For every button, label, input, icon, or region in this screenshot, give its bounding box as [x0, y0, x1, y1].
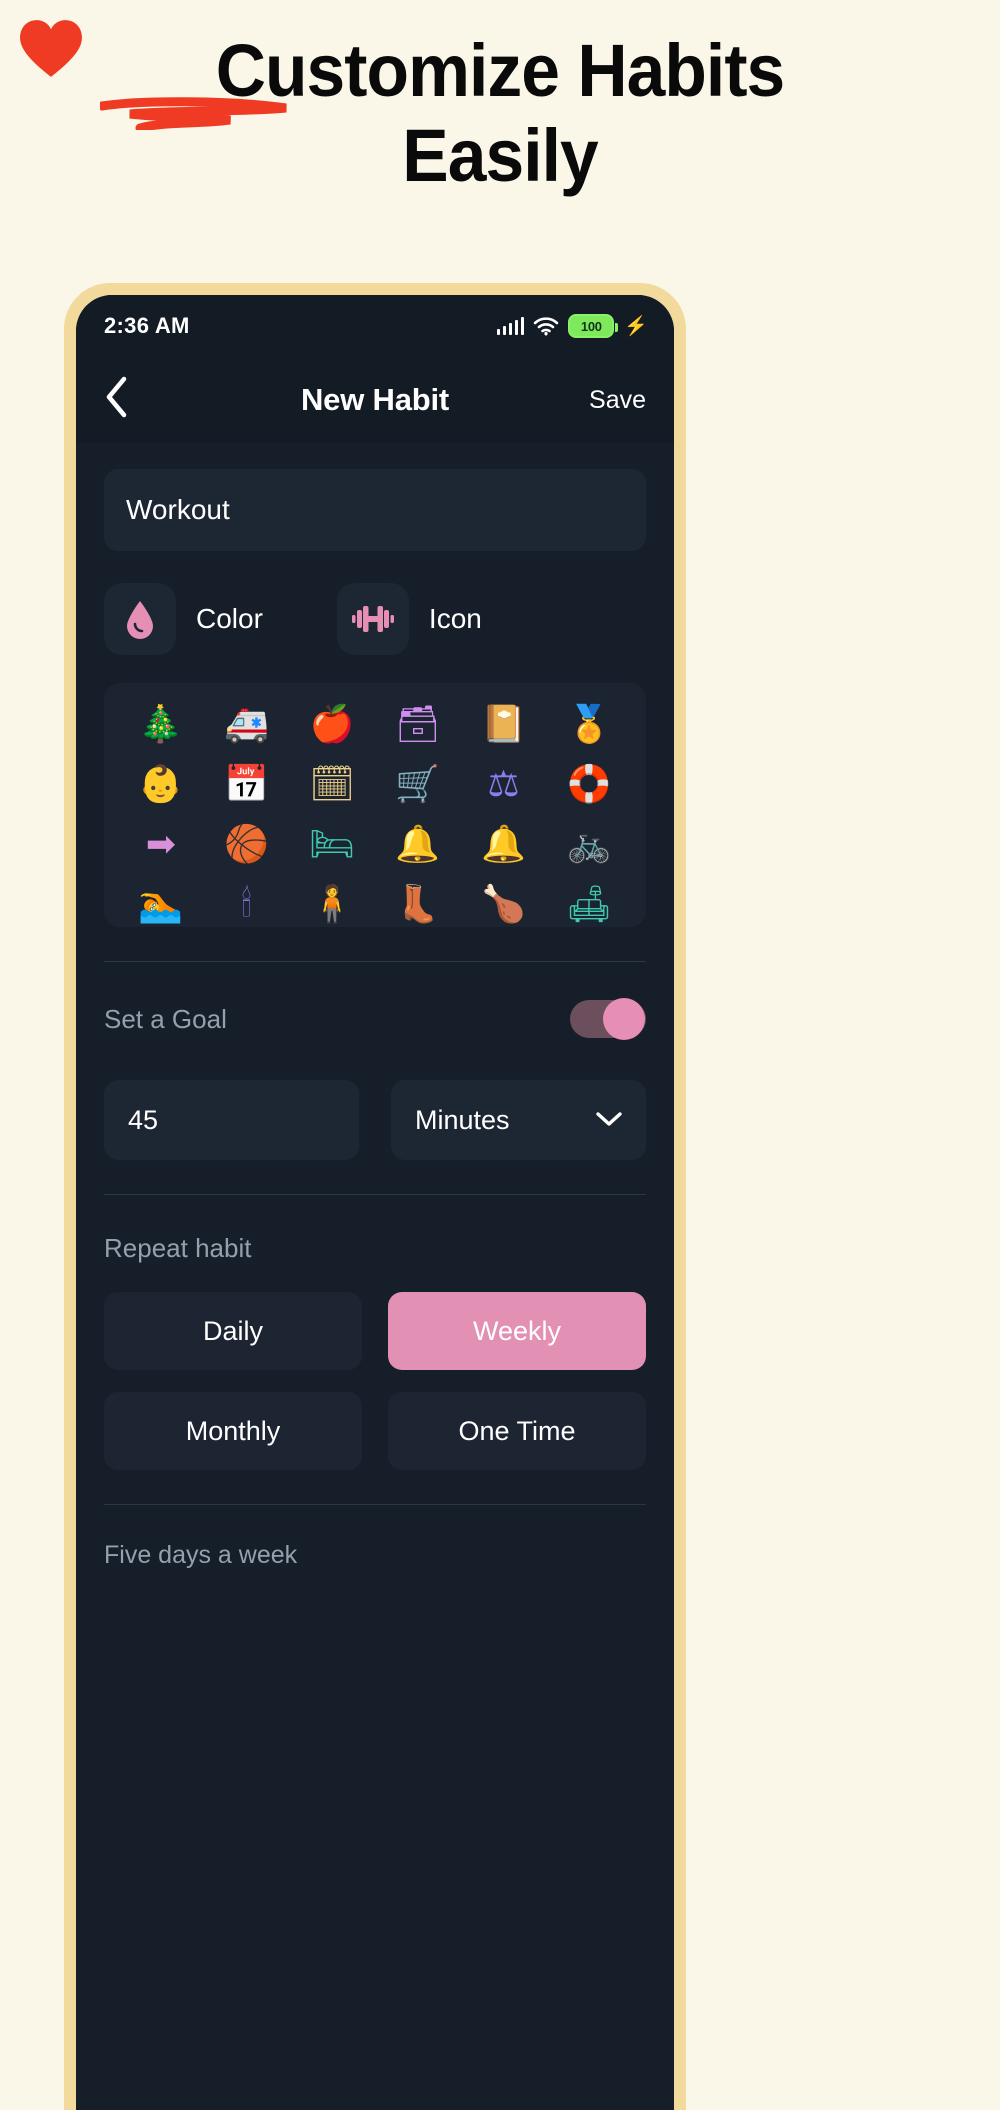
cellular-signal-icon [496, 317, 525, 335]
set-goal-toggle[interactable] [570, 998, 646, 1040]
set-goal-row: Set a Goal [104, 998, 646, 1040]
bell-filled-icon[interactable]: 🔔 [461, 821, 547, 867]
repeat-habit-label: Repeat habit [104, 1233, 252, 1263]
candles-icon[interactable]: 🕯 [204, 881, 290, 927]
goal-amount-input[interactable]: 45 [104, 1080, 359, 1160]
phone-screen: 2:36 AM 100 ⚡ New Habit Save Workout Col… [76, 295, 674, 2110]
promo-headline-line1: Customize Habits [215, 29, 786, 112]
repeat-summary-text: Five days a week [104, 1541, 298, 1569]
calendar-x-icon[interactable]: 🗓 [289, 761, 375, 807]
color-icon-row: Color Icon [104, 583, 646, 655]
repeat-option-monthly[interactable]: Monthly [104, 1392, 362, 1470]
baby-carriage-icon[interactable]: 🛒 [375, 761, 461, 807]
save-button[interactable]: Save [589, 386, 646, 415]
nav-bar: New Habit Save [76, 357, 674, 443]
icon-label: Icon [428, 603, 482, 634]
goal-unit-value: Minutes [415, 1104, 510, 1135]
award-ribbon-icon[interactable]: 🏅 [546, 701, 632, 747]
lightning-bolt-icon: ⚡ [624, 315, 648, 337]
goal-inputs-row: 45 Minutes [104, 1080, 646, 1160]
calendar-minus-icon[interactable]: 📅 [204, 761, 290, 807]
repeat-option-weekly[interactable]: Weekly [388, 1292, 646, 1370]
boot-icon[interactable]: 👢 [375, 881, 461, 927]
archive-box-icon[interactable]: 🗃 [375, 701, 461, 747]
droplet-icon [127, 601, 153, 639]
set-goal-label: Set a Goal [104, 1003, 227, 1034]
battery-level-label: 100 [580, 318, 602, 334]
repeat-option-one-time[interactable]: One Time [388, 1392, 646, 1470]
status-bar-icons: 100 ⚡ [496, 314, 648, 338]
icon-chip[interactable] [336, 583, 409, 655]
status-bar-clock: 2:36 AM [104, 313, 190, 338]
form-body: Workout Color Icon 🎄 🚑 🍎 🗃 📔 🏅 👶 📅 🗓 🛒 ⚖… [76, 443, 674, 2110]
passport-icon[interactable]: 📔 [461, 701, 547, 747]
divider-repeat [104, 1194, 646, 1195]
color-label: Color [196, 603, 263, 634]
toggle-knob [603, 998, 645, 1040]
arrow-circle-right-icon[interactable]: ➡ [118, 821, 204, 867]
status-bar: 2:36 AM 100 ⚡ [76, 295, 674, 357]
battery-icon: 100 [568, 314, 619, 338]
scales-balance-icon[interactable]: ⚖ [461, 761, 547, 807]
goal-unit-select[interactable]: Minutes [391, 1080, 646, 1160]
bicycle-icon[interactable]: 🚲 [546, 821, 632, 867]
repeat-options-grid[interactable]: Daily Weekly Monthly One Time [104, 1292, 646, 1470]
promo-header: Customize Habits Easily [0, 0, 1000, 278]
dumbbell-icon [351, 606, 394, 632]
christmas-tree-icon[interactable]: 🎄 [118, 701, 204, 747]
color-chip[interactable] [104, 583, 176, 655]
wifi-icon [534, 317, 559, 336]
bench-icon[interactable]: 🛋 [546, 881, 632, 927]
divider-goal [104, 961, 646, 962]
icon-grid[interactable]: 🎄 🚑 🍎 🗃 📔 🏅 👶 📅 🗓 🛒 ⚖ 🛟 ➡ 🏀 🛏 🔔 🔔 🚲 🏊 🕯 🧍 👢 🍗 🛋 [118, 701, 632, 927]
chevron-down-icon [596, 1107, 622, 1133]
person-standing-icon[interactable]: 🧍 [289, 881, 375, 927]
promo-headline-line2: Easily [402, 114, 598, 197]
bell-icon[interactable]: 🔔 [375, 821, 461, 867]
icon-picker[interactable]: Icon [336, 583, 482, 655]
phone-frame: 2:36 AM 100 ⚡ New Habit Save Workout Col… [64, 283, 686, 2110]
icon-grid-container[interactable]: 🎄 🚑 🍎 🗃 📔 🏅 👶 📅 🗓 🛒 ⚖ 🛟 ➡ 🏀 🛏 🔔 🔔 🚲 🏊 🕯 🧍 👢 🍗 🛋 [104, 683, 646, 927]
apple-icon[interactable]: 🍎 [289, 701, 375, 747]
repeat-option-daily[interactable]: Daily [104, 1292, 362, 1370]
baby-icon[interactable]: 👶 [118, 761, 204, 807]
roast-chicken-icon[interactable]: 🍗 [461, 881, 547, 927]
ambulance-icon[interactable]: 🚑 [204, 701, 290, 747]
bed-icon[interactable]: 🛏 [289, 821, 375, 867]
page-title: New Habit [300, 382, 450, 417]
swimmer-icon[interactable]: 🏊 [118, 881, 204, 927]
divider-summary [104, 1504, 646, 1505]
color-picker[interactable]: Color [104, 583, 263, 655]
lifebuoy-icon[interactable]: 🛟 [546, 761, 632, 807]
basketball-icon[interactable]: 🏀 [204, 821, 290, 867]
habit-name-input[interactable]: Workout [104, 469, 646, 551]
